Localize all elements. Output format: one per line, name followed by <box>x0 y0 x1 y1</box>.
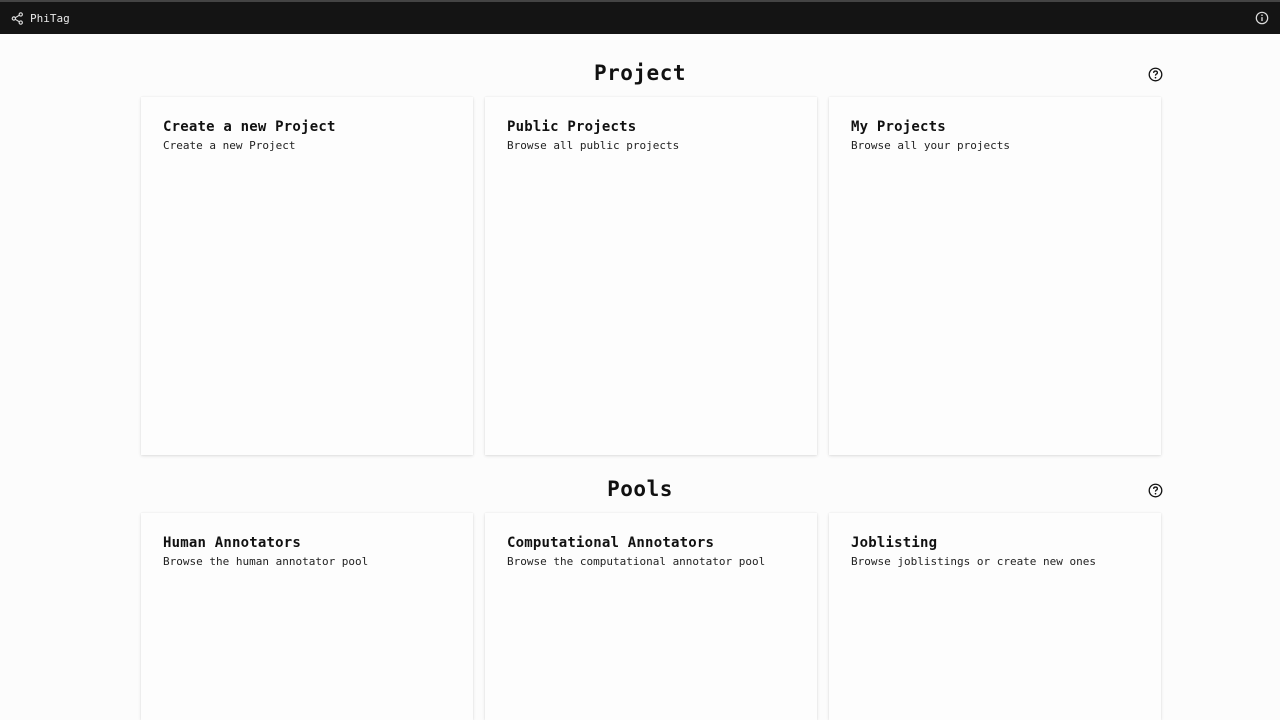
question-circle-icon[interactable] <box>1148 67 1163 82</box>
share-nodes-icon <box>11 11 23 25</box>
card-description: Browse joblistings or create new ones <box>851 555 1097 568</box>
card-description: Create a new Project <box>163 139 296 152</box>
card-computational-annotators[interactable]: Computational Annotators Browse the comp… <box>485 513 817 720</box>
info-circle-icon[interactable] <box>1255 11 1269 25</box>
card-title: Create a new Project <box>163 119 336 135</box>
card-description: Browse all public projects <box>507 139 680 152</box>
card-title: Joblisting <box>851 535 938 551</box>
card-description: Browse all your projects <box>851 139 1010 152</box>
card-description: Browse the human annotator pool <box>163 555 369 568</box>
section-title-project: Project <box>593 61 686 85</box>
section-title-pools: Pools <box>607 477 673 501</box>
card-human-annotators[interactable]: Human Annotators Browse the human annota… <box>141 513 473 720</box>
top-navigation-bar: PhiTag <box>0 0 1280 34</box>
question-circle-icon[interactable] <box>1148 483 1163 498</box>
card-description: Browse the computational annotator pool <box>507 555 766 568</box>
card-joblisting[interactable]: Joblisting Browse joblistings or create … <box>829 513 1161 720</box>
card-title: My Projects <box>851 119 946 135</box>
app-name: PhiTag <box>30 11 70 25</box>
card-create-project[interactable]: Create a new Project Create a new Projec… <box>141 97 473 455</box>
card-title: Human Annotators <box>163 535 302 551</box>
card-my-projects[interactable]: My Projects Browse all your projects <box>829 97 1161 455</box>
home-link[interactable]: PhiTag <box>11 12 70 25</box>
card-title: Computational Annotators <box>507 535 715 551</box>
card-title: Public Projects <box>507 119 637 135</box>
card-public-projects[interactable]: Public Projects Browse all public projec… <box>485 97 817 455</box>
